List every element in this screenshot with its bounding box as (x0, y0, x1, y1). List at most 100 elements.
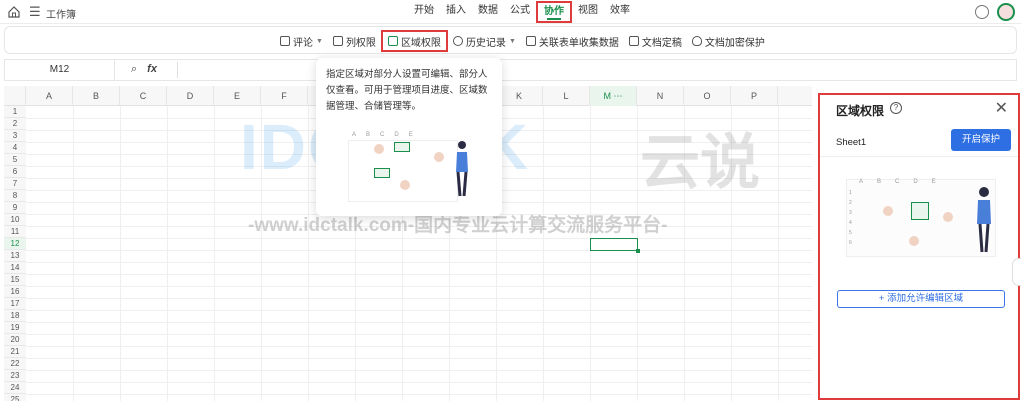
menu-icon[interactable]: ☰ (29, 4, 41, 20)
row-header-6[interactable]: 6 (4, 166, 26, 178)
tab-collaborate[interactable]: 协作 (536, 1, 572, 23)
grid-hline (26, 250, 812, 251)
row-header-24[interactable]: 24 (4, 382, 26, 394)
tooltip-card (394, 142, 410, 152)
row-header-20[interactable]: 20 (4, 334, 26, 346)
row-header-22[interactable]: 22 (4, 358, 26, 370)
grid-vline (308, 106, 309, 401)
row-header-18[interactable]: 18 (4, 310, 26, 322)
chevron-down-icon: ▼ (316, 37, 323, 45)
tooltip-col-a: A (352, 132, 357, 138)
tooltip-col-b: B (366, 132, 371, 138)
user-avatar-icon (434, 152, 444, 162)
panel-row-3: 3 (849, 210, 852, 216)
cloud-status-icon[interactable] (975, 5, 989, 19)
tab-start[interactable]: 开始 (408, 0, 440, 24)
tooltip-col-e: E (408, 132, 413, 138)
history-label: 历史记录 (465, 37, 506, 49)
linked-form-button[interactable]: 关联表单收集数据 (521, 30, 624, 52)
tab-formula[interactable]: 公式 (504, 0, 536, 24)
grid-hline (26, 382, 812, 383)
grid-vline (73, 106, 74, 401)
column-header-m[interactable]: M ⋯ (590, 86, 637, 106)
column-header-a[interactable]: A (26, 86, 73, 106)
panel-row-1: 1 (849, 190, 852, 196)
column-header-l[interactable]: L (543, 86, 590, 106)
grid-hline (26, 394, 812, 395)
grid-hline (26, 334, 812, 335)
home-icon[interactable] (7, 5, 21, 19)
panel-collapse-handle[interactable] (1012, 258, 1021, 286)
row-header-7[interactable]: 7 (4, 178, 26, 190)
grid-hline (26, 238, 812, 239)
grid-vline (731, 106, 732, 401)
column-header-p[interactable]: P (731, 86, 778, 106)
user-avatar-icon (374, 144, 384, 154)
zoom-search-icon[interactable]: ⌕ (131, 63, 137, 76)
grid-hline (26, 358, 812, 359)
row-header-3[interactable]: 3 (4, 130, 26, 142)
column-header-e[interactable]: E (214, 86, 261, 106)
grid-vline (637, 106, 638, 401)
grid-vline (590, 106, 591, 401)
column-permission-button[interactable]: 列权限 (328, 30, 381, 52)
finalize-button[interactable]: 文档定稿 (624, 30, 687, 52)
close-icon[interactable]: ✕ (995, 98, 1008, 118)
select-all-corner[interactable] (4, 86, 26, 106)
row-header-23[interactable]: 23 (4, 370, 26, 382)
row-header-1[interactable]: 1 (4, 106, 26, 118)
avatar[interactable] (997, 3, 1015, 21)
tooltip-col-c: C (380, 132, 385, 138)
column-permission-icon (332, 36, 343, 46)
grid-hline (26, 286, 812, 287)
row-header-15[interactable]: 15 (4, 274, 26, 286)
row-header-12[interactable]: 12 (4, 238, 26, 250)
row-header-4[interactable]: 4 (4, 142, 26, 154)
column-header-k[interactable]: K (496, 86, 543, 106)
row-header-9[interactable]: 9 (4, 202, 26, 214)
column-header-f[interactable]: F (261, 86, 308, 106)
tab-data[interactable]: 数据 (472, 0, 504, 24)
column-header-d[interactable]: D (167, 86, 214, 106)
tab-view[interactable]: 视图 (572, 0, 604, 24)
tab-insert[interactable]: 插入 (440, 0, 472, 24)
region-permission-button[interactable]: 区域权限 (380, 30, 448, 52)
fx-icon[interactable]: fx (147, 63, 157, 76)
enable-protection-button[interactable]: 开启保护 (951, 129, 1011, 151)
row-header-2[interactable]: 2 (4, 118, 26, 130)
add-editable-region-button[interactable]: + 添加允许编辑区域 (837, 290, 1005, 308)
column-header-o[interactable]: O (684, 86, 731, 106)
row-header-5[interactable]: 5 (4, 154, 26, 166)
tab-efficiency[interactable]: 效率 (604, 0, 636, 24)
row-header-16[interactable]: 16 (4, 286, 26, 298)
workbook-label[interactable]: 工作簿 (46, 6, 76, 21)
comment-button[interactable]: 评论 ▼ (275, 30, 328, 52)
panel-col-d: D (913, 179, 918, 185)
row-header-8[interactable]: 8 (4, 190, 26, 202)
selected-cell[interactable] (590, 238, 640, 253)
row-header-19[interactable]: 19 (4, 322, 26, 334)
panel-illustration: A B C D E 1 2 3 4 5 6 (846, 179, 996, 257)
column-permission-label: 列权限 (345, 37, 376, 49)
column-header-b[interactable]: B (73, 86, 120, 106)
row-header-17[interactable]: 17 (4, 298, 26, 310)
column-header-n[interactable]: N (637, 86, 684, 106)
history-button[interactable]: 历史记录 ▼ (448, 30, 521, 52)
history-icon (452, 36, 463, 46)
row-header-11[interactable]: 11 (4, 226, 26, 238)
grid-vline (214, 106, 215, 401)
person-figure-icon (456, 141, 468, 197)
row-header-14[interactable]: 14 (4, 262, 26, 274)
row-header-13[interactable]: 13 (4, 250, 26, 262)
row-header-25[interactable]: 25 (4, 394, 26, 401)
row-header-21[interactable]: 21 (4, 346, 26, 358)
help-icon[interactable]: ? (890, 102, 902, 114)
encrypt-button[interactable]: 文档加密保护 (687, 30, 770, 52)
formula-divider (177, 62, 178, 78)
cell-reference-box[interactable]: M12 (5, 60, 115, 80)
column-header-c[interactable]: C (120, 86, 167, 106)
shield-icon (691, 36, 702, 46)
grid-hline (26, 346, 812, 347)
grid-vline (167, 106, 168, 401)
row-header-10[interactable]: 10 (4, 214, 26, 226)
